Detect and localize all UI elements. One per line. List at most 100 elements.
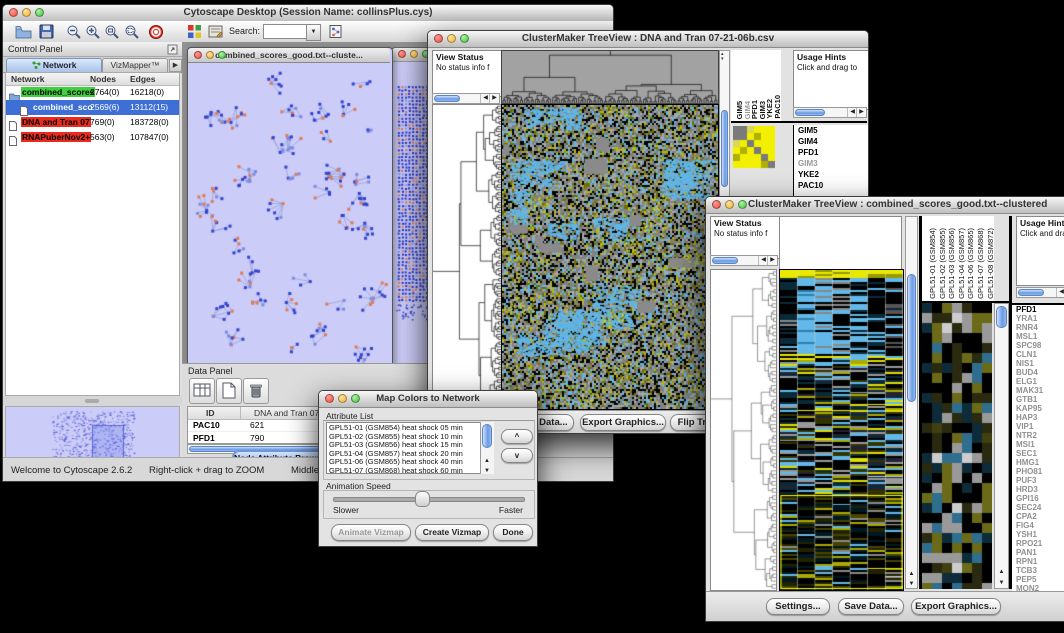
tv2-heatmap[interactable] [779, 269, 904, 591]
search-input[interactable] [263, 24, 307, 39]
gene-list-item[interactable]: BUD4 [1012, 368, 1064, 377]
gene-list-item[interactable]: HRD3 [1012, 485, 1064, 494]
scroll-up-icon[interactable]: ▲ [995, 569, 1008, 575]
annotation-icon[interactable] [206, 22, 226, 41]
minimize-icon[interactable] [338, 394, 347, 403]
save-icon[interactable] [36, 22, 56, 41]
close-icon[interactable] [434, 34, 443, 43]
divider-handle-icon[interactable] [85, 399, 99, 403]
panel-divider[interactable] [3, 396, 182, 406]
window-controls[interactable] [9, 8, 44, 17]
split-arrows-icon[interactable]: ▴▾ [721, 52, 724, 62]
scroll-right-icon[interactable]: ▶ [767, 256, 777, 265]
gene-list-item[interactable]: YSH1 [1012, 530, 1064, 539]
window-controls[interactable] [325, 394, 360, 403]
export-graphics-button[interactable]: Export Graphics... [911, 598, 1001, 615]
zoom-selected-icon[interactable] [102, 22, 122, 41]
dialog-titlebar[interactable]: Map Colors to Network [319, 391, 537, 408]
gene-list-item[interactable]: RNR4 [1012, 323, 1064, 332]
minimize-icon[interactable] [206, 51, 214, 59]
gene-list-item[interactable]: PAC10 [794, 180, 868, 191]
gene-list-item[interactable]: SPC98 [1012, 341, 1064, 350]
gene-list-item[interactable]: RPO21 [1012, 539, 1064, 548]
window-controls[interactable] [194, 51, 226, 59]
scroll-up-icon[interactable]: ▲ [906, 571, 917, 577]
tv1-status-hscrollbar[interactable]: ◀ ▶ [432, 93, 500, 104]
gene-list-item[interactable]: NTR2 [1012, 431, 1064, 440]
minimize-icon[interactable] [410, 50, 418, 58]
gene-list-item[interactable]: GPI16 [1012, 494, 1064, 503]
treeview1-titlebar[interactable]: ClusterMaker TreeView : DNA and Tran 07-… [428, 31, 868, 48]
tv2-zoom-view[interactable] [922, 303, 992, 589]
scroll-right-icon[interactable]: ▶ [856, 108, 866, 117]
gene-list-item[interactable]: GIM4 [794, 136, 868, 147]
gene-list-item[interactable]: NIS1 [1012, 359, 1064, 368]
gene-list-item[interactable]: CPA2 [1012, 512, 1064, 521]
table-row[interactable]: combined_scores2764(0)16218(0) [6, 85, 179, 100]
open-folder-icon[interactable] [13, 22, 33, 41]
scroll-up-icon[interactable]: ▲ [481, 458, 493, 464]
gene-list-item[interactable]: PUF3 [1012, 476, 1064, 485]
gene-list-item[interactable]: RPN1 [1012, 557, 1064, 566]
scrollbar-thumb[interactable] [721, 110, 728, 187]
gene-list-item[interactable]: YRA1 [1012, 314, 1064, 323]
gene-list-item[interactable]: SEC1 [1012, 449, 1064, 458]
network1-view-canvas[interactable] [188, 63, 390, 363]
vizmap-squares-icon[interactable] [184, 22, 204, 41]
tv2-main-vscrollbar[interactable]: ▲ ▼ [905, 216, 918, 589]
gene-list-item[interactable]: PHO81 [1012, 467, 1064, 476]
tab-overflow-arrow[interactable]: ▶ [169, 59, 182, 72]
attribute-table-icon[interactable] [189, 378, 215, 404]
tv2-zoom-vscrollbar[interactable]: ▲ ▼ [994, 303, 1009, 589]
scroll-down-icon[interactable]: ▼ [906, 581, 917, 587]
scrollbar-thumb[interactable] [712, 257, 738, 264]
gene-list-item[interactable]: GTB1 [1012, 395, 1064, 404]
gene-list-item[interactable]: YKE2 [794, 169, 868, 180]
zoom-out-icon[interactable] [64, 22, 84, 41]
search-dropdown-arrow[interactable]: ▼ [306, 24, 321, 41]
scrollbar-thumb[interactable] [482, 424, 492, 448]
gene-list-item[interactable]: CLN1 [1012, 350, 1064, 359]
main-titlebar[interactable]: Cytoscape Desktop (Session Name: collins… [3, 5, 613, 22]
tv1-column-dendrogram[interactable] [501, 50, 719, 104]
animate-vizmap-button[interactable]: Animate Vizmap [331, 524, 411, 541]
tv1-heatmap[interactable] [501, 104, 719, 410]
gene-list-item[interactable]: HAP3 [1012, 413, 1064, 422]
gene-list-item[interactable]: PAN1 [1012, 548, 1064, 557]
settings-button[interactable]: Settings... [766, 598, 830, 615]
network1-titlebar[interactable]: combined_scores_good.txt--cluste... [188, 48, 390, 63]
gene-list-item[interactable]: MAK31 [1012, 386, 1064, 395]
scroll-down-icon[interactable]: ▼ [481, 468, 493, 474]
close-icon[interactable] [398, 50, 406, 58]
zoom-icon[interactable] [351, 394, 360, 403]
tv1-hints-hscrollbar[interactable]: ◀ ▶ [793, 107, 867, 118]
gene-list-item[interactable]: PFD1 [1012, 305, 1064, 314]
minimize-icon[interactable] [447, 34, 456, 43]
gene-list-item[interactable]: PFD1 [794, 147, 868, 158]
col-header-edges[interactable]: Edges [130, 74, 156, 84]
gene-list-item[interactable]: MSI1 [1012, 440, 1064, 449]
close-icon[interactable] [194, 51, 202, 59]
export-graphics-button[interactable]: Export Graphics... [580, 414, 666, 431]
gene-list-item[interactable]: SEC24 [1012, 503, 1064, 512]
attribute-list[interactable]: GPL51-01 (GSM854) heat shock 05 minGPL51… [326, 422, 494, 474]
gene-list-item[interactable]: FIG4 [1012, 521, 1064, 530]
save-data-button[interactable]: Save Data... [838, 598, 904, 615]
gene-list-item[interactable]: HMG1 [1012, 458, 1064, 467]
zoom-in-icon[interactable] [83, 22, 103, 41]
new-attribute-icon[interactable] [216, 378, 242, 404]
gene-list-item[interactable]: KAP95 [1012, 404, 1064, 413]
tv2-row-dendrogram[interactable] [710, 269, 777, 591]
tab-network[interactable]: Network [6, 58, 102, 73]
paste-network-icon[interactable] [325, 22, 345, 41]
tv2-hints-hscrollbar[interactable]: ◀ ▶ [1016, 287, 1064, 298]
move-down-button[interactable]: v [501, 448, 533, 463]
close-icon[interactable] [9, 8, 18, 17]
gene-list-item[interactable]: GIM3 [794, 158, 868, 169]
zoom-icon[interactable] [738, 200, 747, 209]
window-controls[interactable] [434, 34, 469, 43]
tv2-status-hscrollbar[interactable]: ◀ ▶ [710, 255, 778, 266]
gene-list-item[interactable]: MSL1 [1012, 332, 1064, 341]
gene-list-item[interactable]: VIP1 [1012, 422, 1064, 431]
gene-list-item[interactable]: GIM5 [794, 125, 868, 136]
